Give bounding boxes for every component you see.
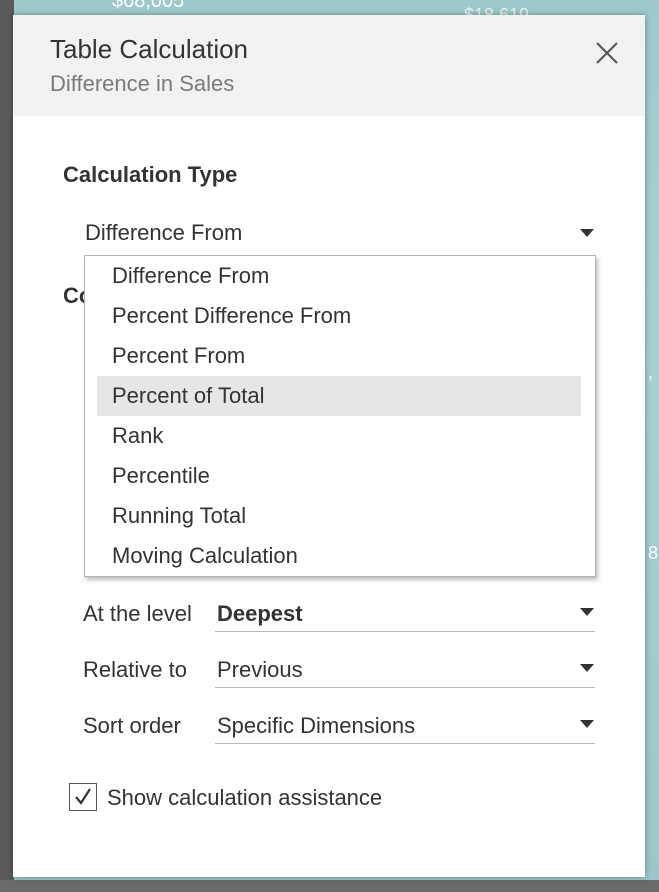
dropdown-option[interactable]: Percent Difference From	[97, 296, 581, 336]
calculation-type-value: Difference From	[85, 220, 243, 245]
level-select[interactable]: Deepest	[215, 593, 595, 632]
chevron-down-icon	[580, 664, 594, 672]
calculation-assistance-label: Show calculation assistance	[107, 785, 383, 810]
sort-order-row: Sort order Specific Dimensions	[83, 705, 595, 745]
chevron-down-icon	[580, 720, 594, 728]
dropdown-option[interactable]: Percent From	[97, 336, 581, 376]
sort-order-label: Sort order	[83, 713, 181, 738]
dropdown-option[interactable]: Rank	[97, 416, 581, 456]
sort-order-select[interactable]: Specific Dimensions	[215, 705, 595, 744]
table-calculation-dialog: Table Calculation Difference in Sales Ca…	[13, 15, 645, 877]
background-map-fragment: 8	[648, 543, 659, 563]
checkmark-icon	[75, 788, 91, 805]
level-row: At the level Deepest	[83, 593, 595, 633]
background-bottom-edge	[0, 880, 659, 892]
level-label: At the level	[83, 601, 192, 626]
dropdown-option[interactable]: Difference From	[97, 256, 581, 296]
calculation-type-select[interactable]: Difference From	[83, 215, 595, 251]
chevron-down-icon	[580, 608, 594, 616]
dropdown-option-label: Running Total	[112, 503, 247, 528]
dropdown-option[interactable]: Moving Calculation	[97, 536, 581, 576]
calculation-assistance-checkbox[interactable]	[69, 783, 97, 811]
dialog-title: Table Calculation	[50, 34, 249, 64]
level-value: Deepest	[217, 601, 303, 626]
dropdown-option-label: Rank	[112, 423, 164, 448]
background-map-fragment: ,	[648, 362, 654, 382]
dropdown-option[interactable]: Percentile	[97, 456, 581, 496]
calculation-type-label: Calculation Type	[63, 162, 238, 187]
relative-label: Relative to	[83, 657, 187, 682]
chevron-down-icon	[580, 229, 594, 237]
dropdown-option-label: Difference From	[112, 263, 270, 288]
sort-order-value: Specific Dimensions	[217, 713, 416, 738]
calculation-type-dropdown: Difference From Percent Difference From …	[84, 255, 596, 577]
dropdown-option-label: Percent From	[112, 343, 246, 368]
dropdown-option-label: Percentile	[112, 463, 210, 488]
dropdown-option-label: Percent of Total	[112, 383, 265, 408]
relative-value: Previous	[217, 657, 303, 682]
relative-select[interactable]: Previous	[215, 649, 595, 688]
close-button[interactable]	[593, 39, 621, 67]
relative-row: Relative to Previous	[83, 649, 595, 689]
calculation-assistance-row: Show calculation assistance	[69, 783, 469, 815]
background-map-value: $68,005	[112, 0, 185, 12]
dropdown-option[interactable]: Running Total	[97, 496, 581, 536]
dialog-header: Table Calculation Difference in Sales	[13, 15, 645, 116]
dropdown-option-label: Percent Difference From	[112, 303, 352, 328]
background-left-edge	[0, 0, 14, 892]
close-icon	[596, 42, 618, 64]
dialog-subtitle: Difference in Sales	[50, 71, 235, 96]
dropdown-option-label: Moving Calculation	[112, 543, 298, 568]
dropdown-option-highlighted[interactable]: Percent of Total	[97, 376, 581, 416]
